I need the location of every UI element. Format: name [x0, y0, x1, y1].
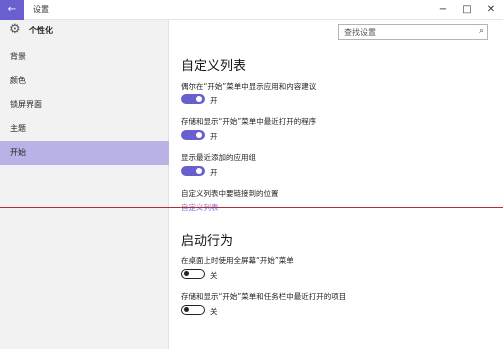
window-title: 设置 [33, 5, 49, 14]
search-icon[interactable]: ⌕ [479, 26, 484, 36]
maximize-button[interactable]: □ [455, 0, 479, 20]
toggle-switch[interactable] [181, 166, 205, 176]
settings-window: ← 设置 − □ ✕ ⚙ 个性化 背景 颜色 锁屏界面 主题 开始 查找设置 ⌕… [0, 0, 503, 349]
sidebar: ⚙ 个性化 背景 颜色 锁屏界面 主题 开始 [0, 20, 169, 349]
section-title-customize: 自定义列表 [181, 59, 247, 74]
link-caption: 自定义列表中要链接到的位置 [181, 189, 279, 198]
search-placeholder: 查找设置 [344, 28, 376, 37]
title-bar: ← 设置 − □ ✕ [0, 0, 503, 20]
sidebar-header: ⚙ 个性化 [0, 20, 169, 42]
sidebar-item-start[interactable]: 开始 [0, 141, 169, 165]
toggle-switch[interactable] [181, 130, 205, 140]
section-title-startup: 启动行为 [181, 234, 234, 249]
toggle-state: 关 [210, 271, 218, 280]
search-input[interactable]: 查找设置 ⌕ [338, 24, 488, 40]
toggle-state: 开 [210, 96, 218, 105]
setting-label: 存储和显示“开始”菜单中最近打开的程序 [181, 117, 317, 126]
sidebar-item-colors[interactable]: 颜色 [0, 69, 169, 93]
sidebar-item-lock-screen[interactable]: 锁屏界面 [0, 93, 169, 117]
window-controls: − □ ✕ [431, 0, 503, 20]
toggle-state: 开 [210, 168, 218, 177]
toggle-switch[interactable] [181, 94, 205, 104]
close-button[interactable]: ✕ [479, 0, 503, 20]
toggle-switch[interactable] [181, 269, 205, 279]
setting-label: 显示最近添加的应用组 [181, 153, 256, 162]
back-button[interactable]: ← [0, 0, 24, 20]
setting-label: 存储和显示“开始”菜单和任务栏中最近打开的项目 [181, 292, 347, 301]
setting-label: 在桌面上时使用全屏幕“开始”菜单 [181, 256, 294, 265]
sidebar-item-themes[interactable]: 主题 [0, 117, 169, 141]
back-arrow-icon: ← [7, 4, 17, 15]
toggle-state: 关 [210, 307, 218, 316]
minimize-button[interactable]: − [431, 0, 455, 20]
sidebar-item-background[interactable]: 背景 [0, 45, 169, 69]
toggle-switch[interactable] [181, 305, 205, 315]
toggle-state: 开 [210, 132, 218, 141]
divider-line [0, 207, 503, 208]
setting-label: 偶尔在“开始”菜单中显示应用和内容建议 [181, 82, 317, 91]
sidebar-title: 个性化 [29, 26, 53, 35]
gear-icon: ⚙ [9, 22, 21, 37]
